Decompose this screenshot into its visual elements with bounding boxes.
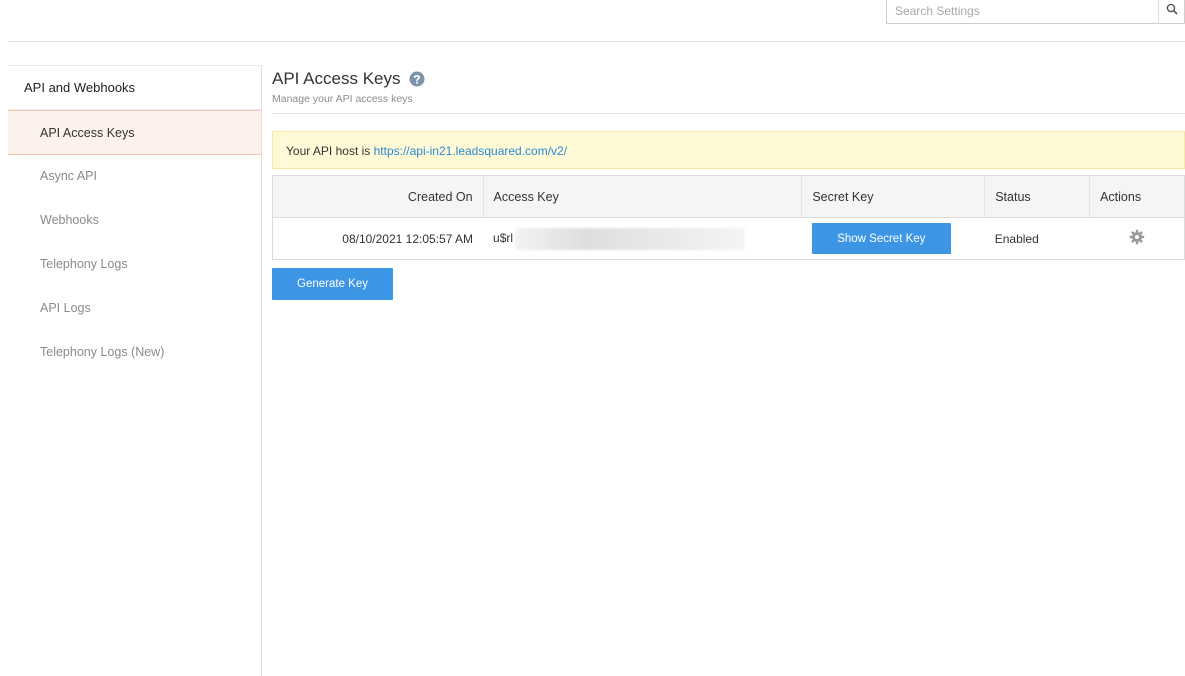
table-row: 08/10/2021 12:05:57 AM u$rl Show Secret … <box>273 218 1185 260</box>
column-header-status: Status <box>984 175 1090 218</box>
secret-key-cell: Show Secret Key <box>802 218 985 260</box>
table-header-row: Created On Access Key Secret Key Status … <box>272 175 1185 218</box>
show-secret-key-button[interactable]: Show Secret Key <box>811 223 951 254</box>
api-host-label: Your API host is <box>286 144 374 158</box>
search-box[interactable] <box>886 0 1185 24</box>
actions-cell <box>1090 218 1185 260</box>
page-title: API Access Keys <box>272 69 401 88</box>
sidebar-item-telephony-logs[interactable]: Telephony Logs <box>8 243 261 287</box>
sidebar-item-webhooks[interactable]: Webhooks <box>8 199 261 243</box>
column-header-created-on: Created On <box>272 175 484 218</box>
search-input[interactable] <box>893 2 1143 20</box>
sidebar-heading: API and Webhooks <box>8 66 261 110</box>
sidebar-item-api-logs[interactable]: API Logs <box>8 287 261 331</box>
sidebar-item-telephony-logs-new[interactable]: Telephony Logs (New) <box>8 331 261 375</box>
page-title-row: API Access Keys <box>272 68 1185 90</box>
api-host-banner: Your API host is https://api-in21.leadsq… <box>272 131 1185 169</box>
created-on-cell: 08/10/2021 12:05:57 AM <box>342 231 474 246</box>
generate-key-button[interactable]: Generate Key <box>272 268 393 300</box>
title-divider <box>272 113 1185 114</box>
column-header-actions: Actions <box>1089 175 1185 218</box>
search-icon <box>1166 3 1178 15</box>
page-subtitle: Manage your API access keys <box>272 93 413 105</box>
access-key-value: u$rl <box>493 230 514 245</box>
status-cell: Enabled <box>994 231 1039 246</box>
api-keys-table: Created On Access Key Secret Key Status … <box>272 175 1185 260</box>
access-key-cell: u$rl <box>483 218 802 260</box>
header-divider <box>8 41 1185 42</box>
column-header-secret-key: Secret Key <box>801 175 985 218</box>
search-button[interactable] <box>1158 0 1184 23</box>
api-host-link[interactable]: https://api-in21.leadsquared.com/v2/ <box>374 144 567 158</box>
main-content: API Access Keys Manage your API access k… <box>272 68 1185 300</box>
sidebar-item-api-access-keys[interactable]: API Access Keys <box>8 110 261 155</box>
sidebar-item-async-api[interactable]: Async API <box>8 155 261 199</box>
gear-icon[interactable] <box>1129 229 1145 245</box>
help-icon[interactable] <box>409 71 425 87</box>
column-header-access-key: Access Key <box>482 175 802 218</box>
access-key-redacted <box>515 227 746 250</box>
sidebar: API and Webhooks API Access Keys Async A… <box>8 65 262 676</box>
